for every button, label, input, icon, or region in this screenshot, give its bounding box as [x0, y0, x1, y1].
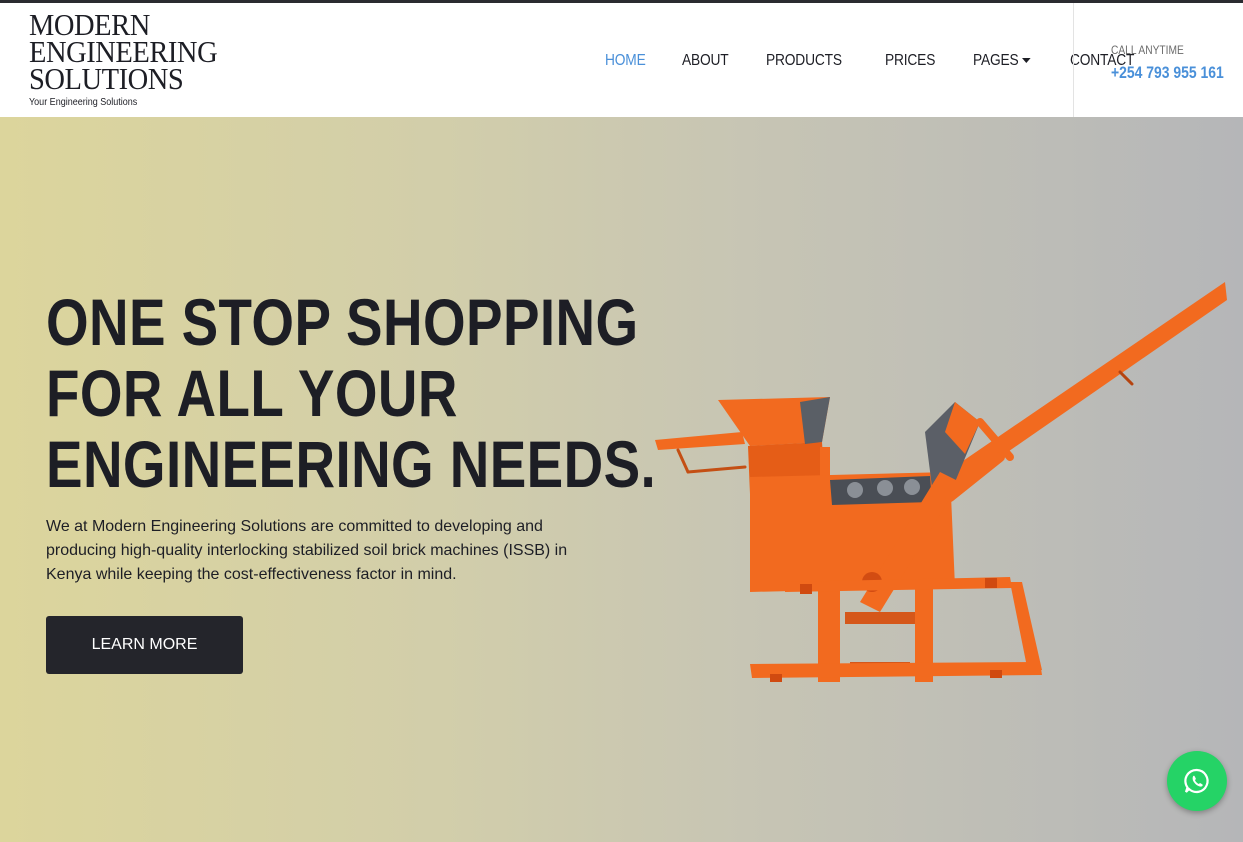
site-header: MODERN ENGINEERING SOLUTIONS Your Engine…	[0, 3, 1243, 117]
logo-line-3: SOLUTIONS	[29, 61, 184, 96]
brick-machine-image	[655, 282, 1227, 682]
learn-more-button[interactable]: LEARN MORE	[46, 616, 243, 674]
nav-home[interactable]: HOME	[605, 52, 646, 70]
header-divider	[1073, 3, 1074, 117]
nav-products[interactable]: PRODUCTS	[766, 52, 842, 70]
call-block: CALL ANYTIME +254 793 955 161	[1111, 43, 1243, 83]
main-nav: HOME ABOUT PRODUCTS PRICES PAGES CONTACT	[605, 49, 1175, 73]
nav-pages-label: PAGES	[972, 52, 1019, 69]
hero-title: ONE STOP SHOPPING FOR ALL YOUR ENGINEERI…	[46, 285, 657, 501]
hero-title-line-3: ENGINEERING NEEDS.	[46, 427, 657, 501]
nav-about[interactable]: ABOUT	[682, 52, 729, 70]
nav-pages-dropdown[interactable]: PAGES	[973, 52, 1031, 70]
whatsapp-button[interactable]	[1167, 751, 1227, 811]
caret-down-icon	[1021, 58, 1031, 64]
hero-title-line-2: FOR ALL YOUR	[46, 356, 458, 430]
hero-section: ONE STOP SHOPPING FOR ALL YOUR ENGINEERI…	[0, 117, 1243, 842]
phone-link[interactable]: +254 793 955 161	[1111, 63, 1224, 83]
call-label: CALL ANYTIME	[1111, 43, 1184, 57]
hero-title-line-1: ONE STOP SHOPPING	[46, 285, 639, 359]
logo[interactable]: MODERN ENGINEERING SOLUTIONS Your Engine…	[29, 9, 219, 111]
hero-description: We at Modern Engineering Solutions are c…	[46, 518, 568, 583]
whatsapp-icon	[1184, 768, 1209, 794]
logo-tagline: Your Engineering Solutions	[29, 97, 138, 108]
nav-prices[interactable]: PRICES	[885, 52, 935, 70]
